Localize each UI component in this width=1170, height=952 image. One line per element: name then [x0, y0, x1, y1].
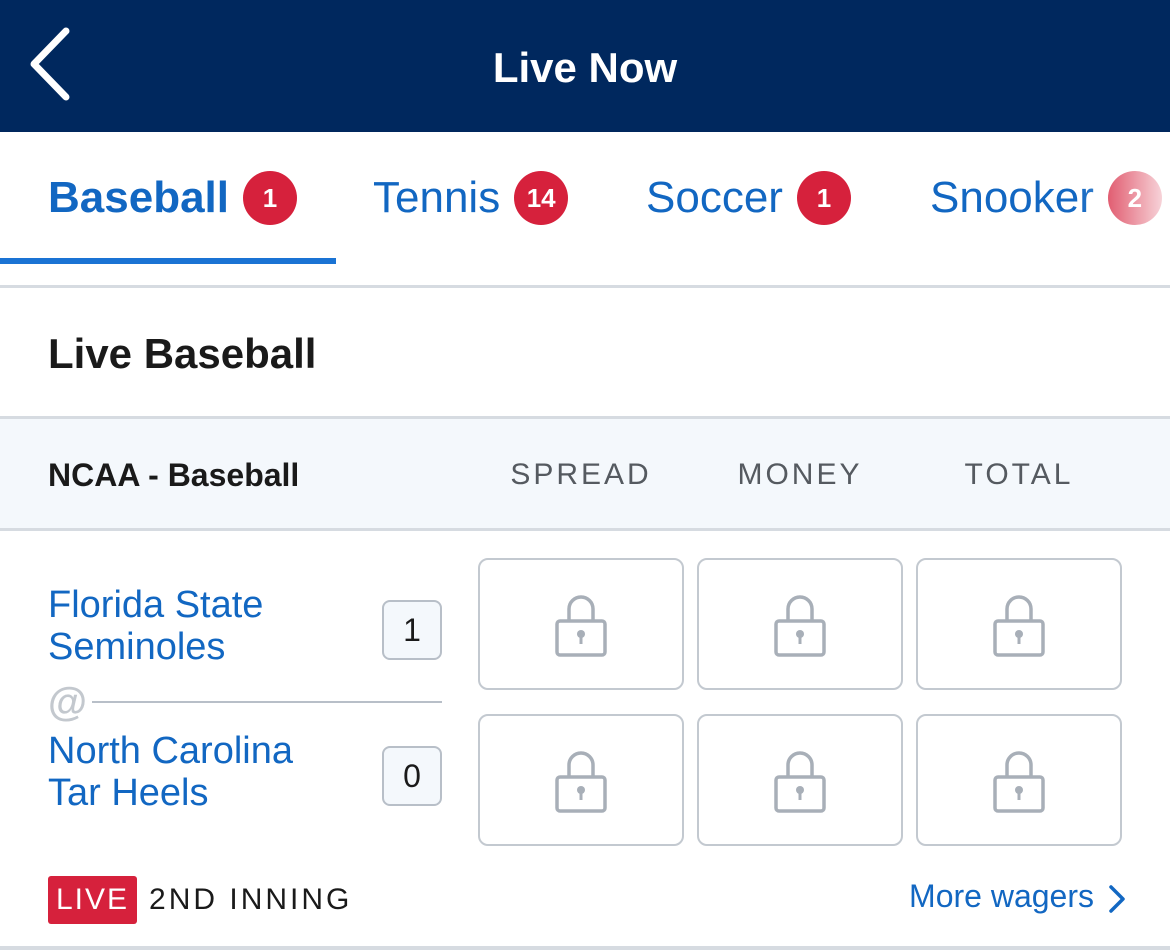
divider	[0, 946, 1170, 950]
section-title: Live Baseball	[48, 330, 317, 377]
more-wagers-link[interactable]: More wagers	[909, 872, 1126, 920]
team-name-line: Seminoles	[48, 626, 226, 668]
league-name: NCAA - Baseball	[48, 457, 300, 493]
game-status: LIVE 2ND INNING	[48, 876, 352, 924]
away-money-button[interactable]	[697, 558, 903, 690]
tab-baseball[interactable]: Baseball 1	[48, 132, 297, 264]
count-badge: 1	[796, 171, 851, 225]
tab-label: Snooker	[930, 173, 1094, 222]
lock-icon	[993, 595, 1045, 657]
home-spread-button[interactable]	[478, 714, 684, 846]
chevron-right-icon	[1108, 884, 1126, 914]
page-title: Live Now	[492, 44, 678, 91]
team-home-name[interactable]: North Carolina Tar Heels	[48, 730, 293, 814]
team-name-line: Tar Heels	[48, 772, 209, 814]
tab-soccer[interactable]: Soccer 1	[646, 132, 851, 264]
tab-snooker[interactable]: Snooker 2	[930, 132, 1162, 264]
separator-line	[92, 701, 442, 703]
tab-label: Baseball	[48, 173, 229, 222]
count-badge: 1	[242, 171, 297, 225]
team-away-name[interactable]: Florida State Seminoles	[48, 584, 263, 668]
lock-icon	[993, 751, 1045, 813]
count-badge: 2	[1107, 171, 1162, 225]
lock-icon	[774, 595, 826, 657]
column-header-money: MONEY	[737, 458, 863, 491]
lock-icon	[774, 751, 826, 813]
versus-separator: @	[48, 680, 88, 724]
lock-icon	[555, 751, 607, 813]
home-score: 0	[382, 746, 442, 806]
home-money-button[interactable]	[697, 714, 903, 846]
section-spacer	[0, 264, 1170, 288]
lock-icon	[555, 595, 607, 657]
tab-tennis[interactable]: Tennis 14	[373, 132, 569, 264]
count-badge: 14	[514, 171, 569, 225]
more-wagers-label: More wagers	[909, 878, 1094, 914]
tab-label: Soccer	[646, 173, 783, 222]
tab-label: Tennis	[373, 173, 501, 222]
away-total-button[interactable]	[916, 558, 1122, 690]
top-bar: Live Now	[0, 0, 1170, 132]
away-score: 1	[382, 600, 442, 660]
column-header-spread: SPREAD	[510, 458, 652, 491]
home-total-button[interactable]	[916, 714, 1122, 846]
away-spread-button[interactable]	[478, 558, 684, 690]
sport-tabs: Baseball 1 Tennis 14 Soccer 1 Snooker 2	[0, 132, 1170, 264]
column-header-total: TOTAL	[964, 458, 1074, 491]
live-badge: LIVE	[48, 876, 138, 924]
team-name-line: North Carolina	[48, 730, 293, 772]
league-header: NCAA - Baseball SPREAD MONEY TOTAL	[0, 419, 1170, 531]
team-name-line: Florida State	[48, 584, 264, 626]
game-period: 2ND INNING	[149, 883, 353, 916]
